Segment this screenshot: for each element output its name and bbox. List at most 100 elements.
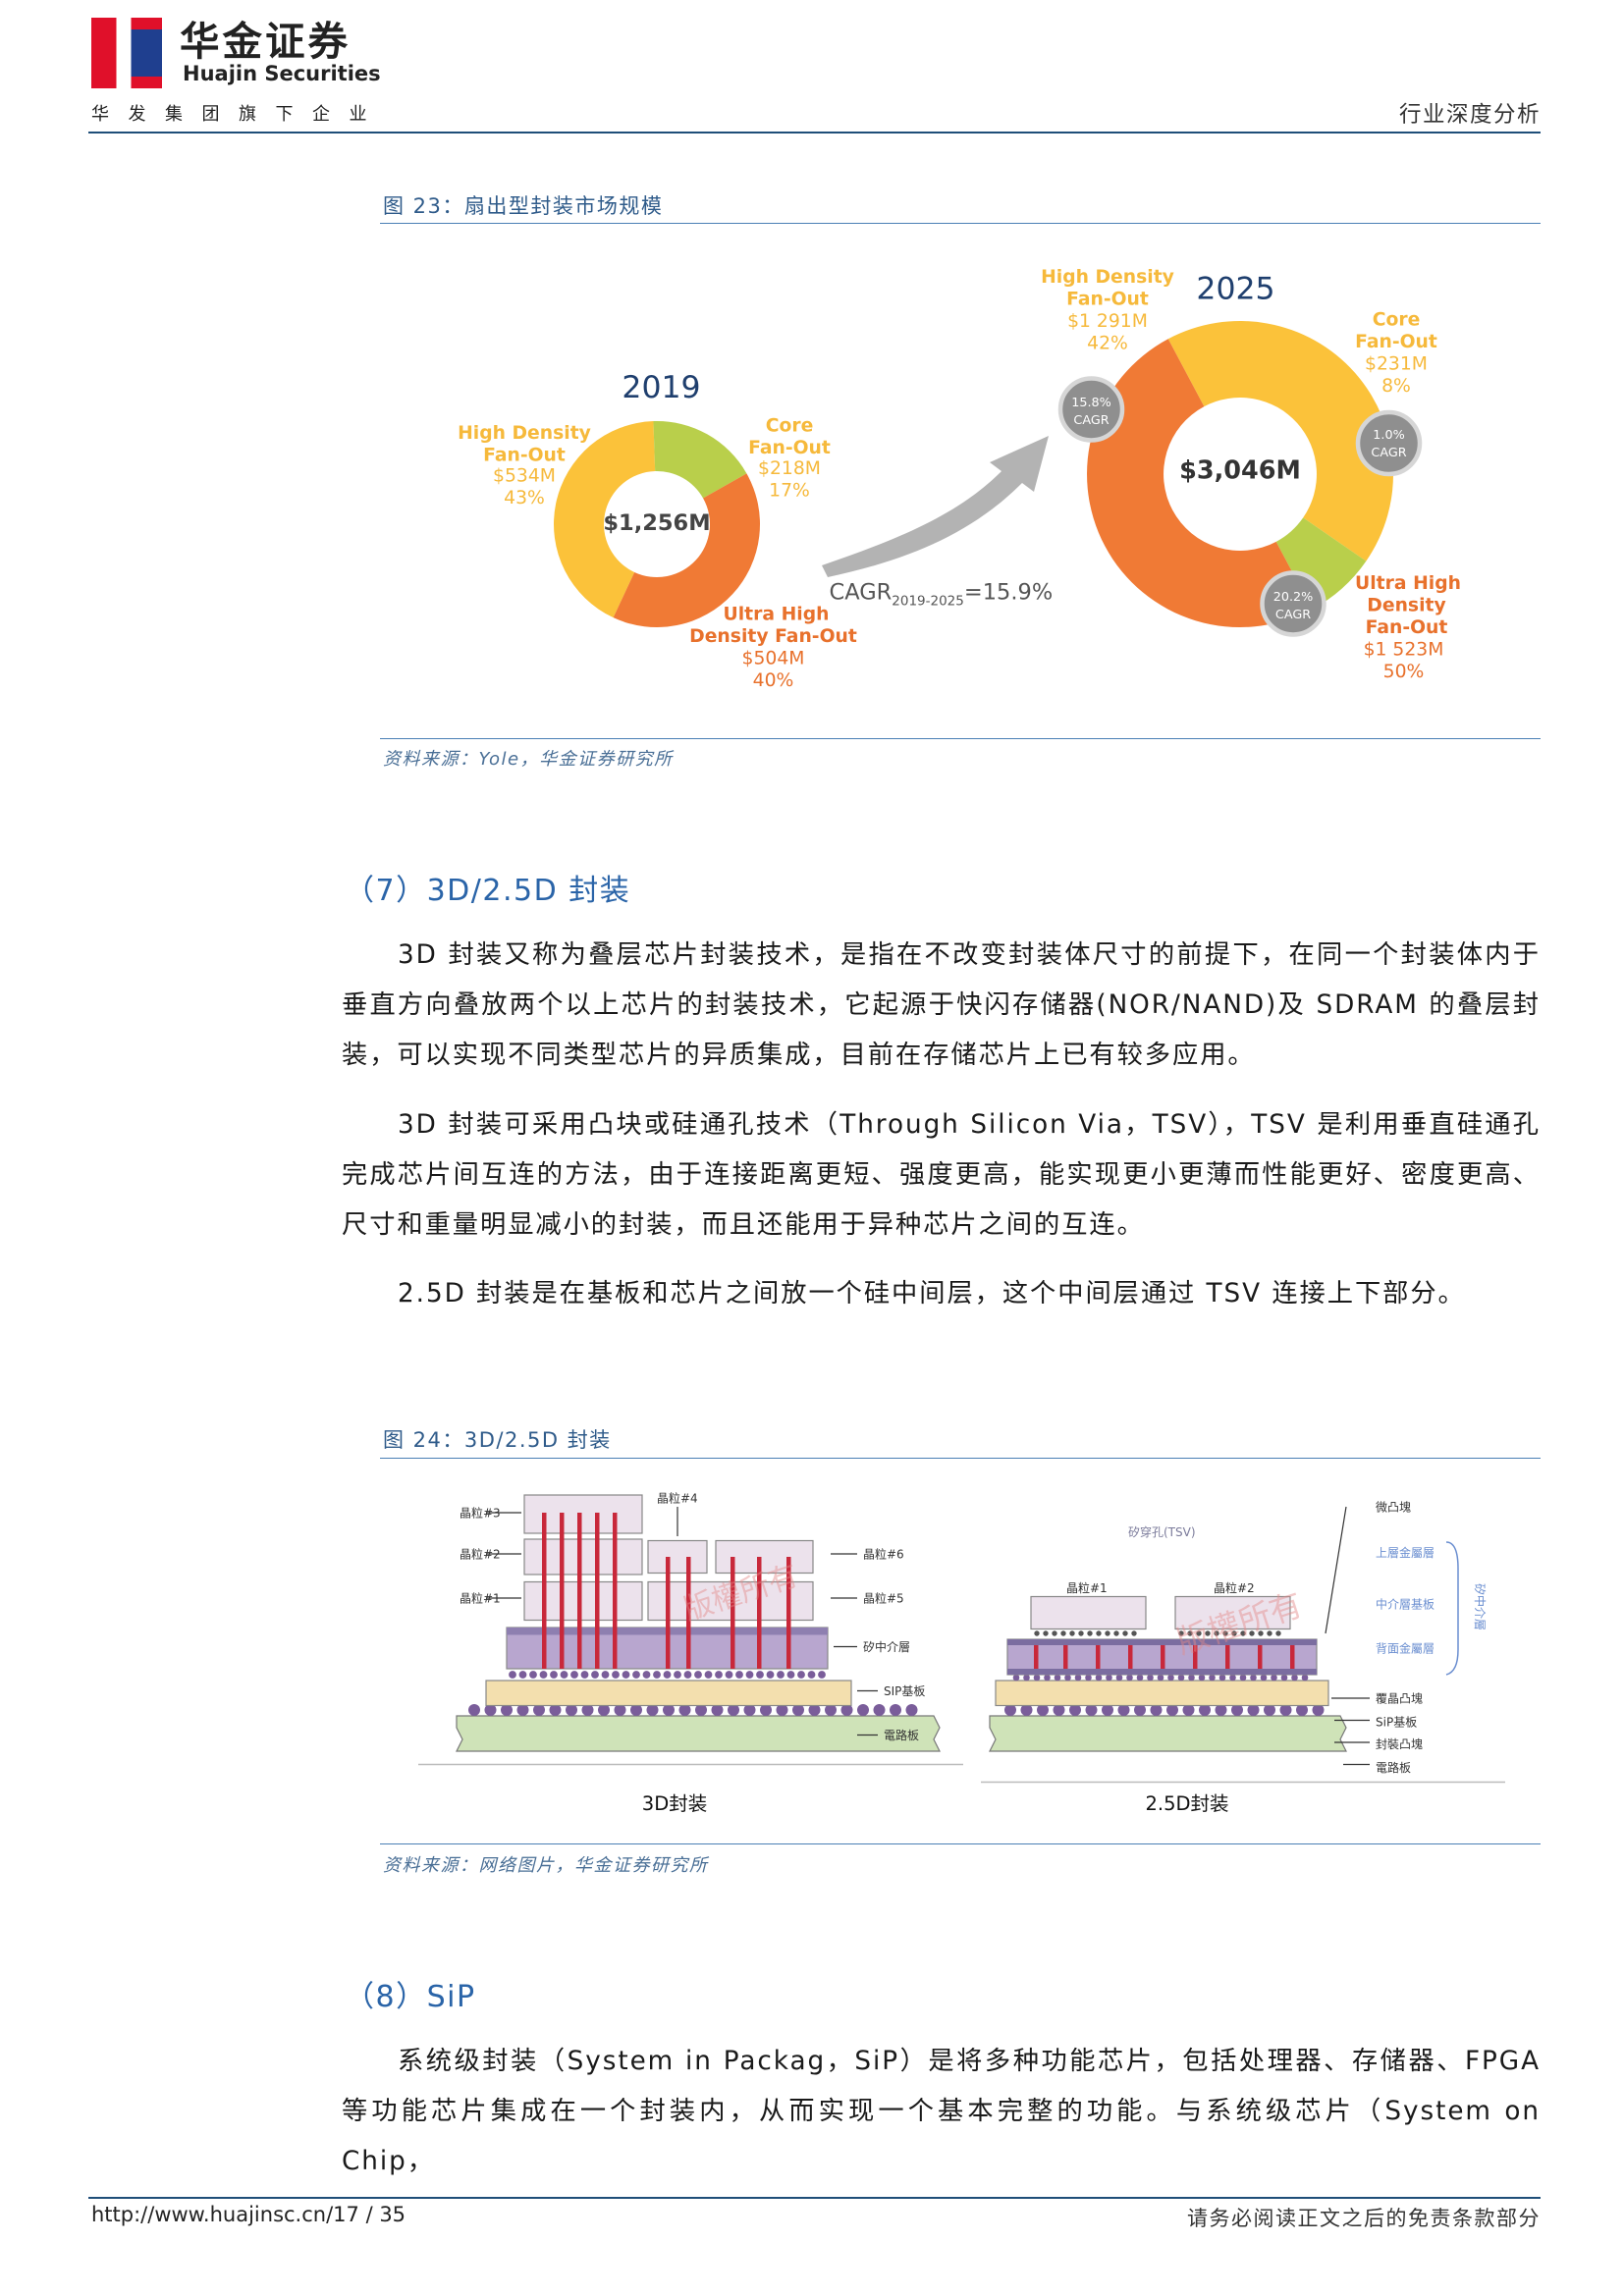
solder-ball xyxy=(601,1670,610,1679)
solder-ball xyxy=(1280,1674,1288,1681)
caption-3d: 3D封装 xyxy=(642,1792,707,1815)
solder-ball xyxy=(653,1670,661,1679)
solder-ball xyxy=(1106,1674,1112,1681)
solder-ball xyxy=(1115,1674,1123,1681)
solder-ball xyxy=(1095,1674,1103,1681)
solder-ball xyxy=(509,1670,516,1679)
solder-ball xyxy=(1271,1674,1277,1681)
solder-ball xyxy=(890,1703,901,1716)
solder-ball xyxy=(1250,1674,1257,1681)
solder-ball xyxy=(1060,1629,1066,1636)
total-2019: $1,256M xyxy=(603,510,710,536)
tsv-column xyxy=(613,1512,618,1669)
section-8-heading: （8）SiP xyxy=(345,1979,476,2014)
label-die-6: 晶粒#6 xyxy=(863,1546,904,1561)
section-8-paragraph-1: 系统级封装（System in Packag，SiP）是将多种功能芯片，包括处理… xyxy=(342,2046,1541,2176)
growth-arrow xyxy=(822,436,1049,577)
solder-ball xyxy=(1034,1629,1040,1636)
solder-ball xyxy=(1147,1674,1154,1681)
svg-text:1.0%: 1.0% xyxy=(1373,428,1404,443)
logo-english-name: Huajin Securities xyxy=(183,62,381,85)
solder-ball xyxy=(1131,1629,1137,1636)
solder-ball xyxy=(745,1670,754,1679)
solder-ball xyxy=(1188,1674,1195,1681)
fan-out-market-chart: $1,256M $3,046M 2019 2025 CAGR2019-2025=… xyxy=(458,267,1461,691)
footer-page-number: 17 / 35 xyxy=(333,2203,406,2226)
svg-text:20.2%: 20.2% xyxy=(1273,590,1314,605)
label-2025-uhd-pct: 50% xyxy=(1383,662,1425,682)
total-2025: $3,046M xyxy=(1179,456,1301,486)
tsv-column xyxy=(542,1512,547,1669)
figure-23-bottom-rule xyxy=(380,737,1541,739)
tsv-column xyxy=(1225,1644,1230,1669)
label-flip-chip-bump: 覆晶凸塊 xyxy=(1376,1690,1423,1705)
header-divider xyxy=(88,131,1541,134)
solder-ball xyxy=(1218,1674,1226,1681)
solder-ball xyxy=(591,1670,599,1679)
solder-ball xyxy=(580,1670,589,1679)
label-interposer-substrate: 中介層基板 xyxy=(1376,1596,1435,1611)
label-2025-core-pct: 8% xyxy=(1381,376,1411,397)
solder-ball xyxy=(539,1670,548,1679)
solder-ball xyxy=(1291,1674,1298,1681)
label-2019-hd-pct: 43% xyxy=(504,488,545,508)
label-die-1: 晶粒#1 xyxy=(460,1590,501,1605)
solder-ball xyxy=(1085,1674,1092,1681)
solder-ball xyxy=(725,1670,733,1679)
solder-ball xyxy=(807,1670,816,1679)
solder-ball xyxy=(873,1703,886,1716)
footer-url[interactable]: http://www.huajinsc.cn/ xyxy=(91,2203,333,2226)
solder-ball xyxy=(1167,1674,1174,1681)
label-2025-core-2: Fan-Out xyxy=(1355,332,1437,352)
solder-ball xyxy=(632,1670,640,1679)
3d-pcb xyxy=(456,1714,941,1752)
label-25d-die-2: 晶粒#2 xyxy=(1214,1580,1255,1595)
solder-ball xyxy=(777,1670,785,1679)
solder-ball xyxy=(786,1670,795,1679)
label-die-4: 晶粒#4 xyxy=(657,1490,698,1505)
25d-pcb xyxy=(989,1714,1347,1752)
figure-23-title: 图 23：扇出型封装市场规模 xyxy=(383,193,664,218)
3d-25d-packaging-diagram: 晶粒#3 晶粒#2 晶粒#1 晶粒#4 晶粒#6 晶粒#5 矽中介層 SIP基板… xyxy=(418,1490,1505,1815)
label-package-bump: 封裝凸塊 xyxy=(1376,1736,1423,1751)
section-7-paragraph-2: 3D 封装可采用凸块或硅通孔技术（Through Silicon Via，TSV… xyxy=(342,1109,1541,1240)
solder-ball xyxy=(1044,1674,1051,1681)
tsv-column xyxy=(666,1556,671,1669)
label-2019-core-pct: 17% xyxy=(769,481,810,502)
label-2019-uhd-value: $504M xyxy=(742,649,805,669)
solder-ball xyxy=(1052,1629,1057,1636)
figure-24-top-rule xyxy=(380,1458,1541,1459)
figure-23-top-rule xyxy=(380,222,1541,224)
solder-ball xyxy=(1260,1674,1268,1681)
solder-ball xyxy=(1054,1674,1061,1681)
label-25d-die-1: 晶粒#1 xyxy=(1066,1580,1108,1595)
solder-ball xyxy=(694,1670,702,1679)
label-2025-hd-value: $1 291M xyxy=(1067,311,1148,332)
label-25d-pcb: 電路板 xyxy=(1376,1760,1411,1775)
label-2025-hd-pct: 42% xyxy=(1087,334,1128,354)
25d-sip-substrate xyxy=(995,1679,1329,1706)
label-2025-hd-2: Fan-Out xyxy=(1066,290,1149,310)
cagr-badge-uhd: 20.2% CAGR xyxy=(1260,570,1326,637)
section-7-paragraph-1: 3D 封装又称为叠层芯片封装技术，是指在不改变封装体尺寸的前提下，在同一个封装体… xyxy=(342,940,1541,1070)
solder-ball xyxy=(1069,1629,1075,1636)
label-2019-hd-2: Fan-Out xyxy=(483,446,566,466)
solder-ball xyxy=(1239,1674,1247,1681)
solder-ball xyxy=(797,1670,805,1679)
label-2019-uhd-pct: 40% xyxy=(753,670,794,691)
label-2025-uhd-3: Fan-Out xyxy=(1366,617,1448,638)
solder-ball xyxy=(857,1703,869,1716)
solder-ball xyxy=(622,1670,630,1679)
diagram-3d-package: 晶粒#3 晶粒#2 晶粒#1 晶粒#4 晶粒#6 晶粒#5 矽中介層 SIP基板… xyxy=(418,1490,963,1765)
label-tsv: 矽穿孔(TSV) xyxy=(1128,1524,1196,1539)
label-micro-bump: 微凸塊 xyxy=(1376,1499,1411,1514)
solder-ball xyxy=(1043,1629,1049,1636)
solder-ball xyxy=(766,1670,775,1679)
label-2019-uhd-1: Ultra High xyxy=(724,605,830,625)
solder-ball xyxy=(1113,1629,1119,1636)
solder-ball xyxy=(1074,1674,1082,1681)
logo-chinese-name: 华金证券 xyxy=(180,18,351,65)
3d-die-4 xyxy=(647,1539,708,1574)
label-2025-uhd-2: Density xyxy=(1367,596,1445,616)
figure-24-bottom-rule xyxy=(380,1843,1541,1844)
